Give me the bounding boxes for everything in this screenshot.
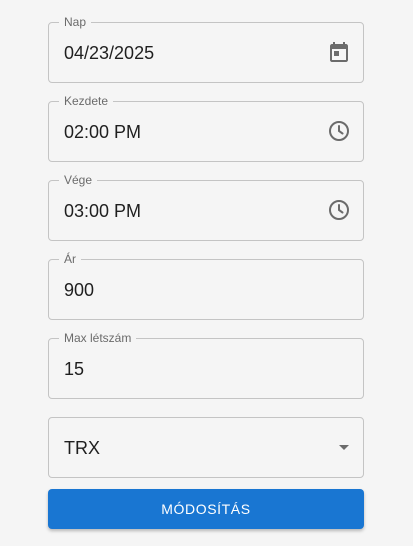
start-time-value[interactable]: 02:00 PM [64, 121, 141, 143]
clock-icon-svg [329, 200, 349, 220]
end-time-field[interactable]: Vége 03:00 PM [48, 173, 364, 241]
date-label: Nap [59, 15, 92, 29]
end-time-value[interactable]: 03:00 PM [64, 200, 141, 222]
submit-button-label: MÓDOSÍTÁS [161, 501, 251, 517]
type-select[interactable]: TRX [48, 417, 364, 478]
date-value[interactable]: 04/23/2025 [64, 42, 154, 64]
clock-icon[interactable] [327, 198, 351, 222]
date-field[interactable]: Nap 04/23/2025 [48, 15, 364, 83]
price-value[interactable]: 900 [64, 279, 94, 301]
clock-icon-svg [329, 121, 349, 141]
end-time-label: Vége [59, 173, 98, 187]
submit-button[interactable]: MÓDOSÍTÁS [48, 489, 364, 529]
edit-session-form: Nap 04/23/2025 Kezdete 02:00 PM Vége 03:… [48, 15, 364, 496]
max-participants-value[interactable]: 15 [64, 358, 84, 380]
clock-icon[interactable] [327, 119, 351, 143]
type-select-value[interactable]: TRX [64, 437, 100, 459]
dropdown-arrow-icon[interactable] [339, 445, 349, 450]
start-time-label: Kezdete [59, 94, 114, 108]
max-participants-field[interactable]: Max létszám 15 [48, 331, 364, 399]
calendar-icon[interactable] [327, 40, 351, 64]
max-participants-label: Max létszám [59, 331, 137, 345]
price-label: Ár [59, 252, 81, 266]
start-time-field[interactable]: Kezdete 02:00 PM [48, 94, 364, 162]
price-field[interactable]: Ár 900 [48, 252, 364, 320]
calendar-icon-svg [330, 42, 348, 62]
